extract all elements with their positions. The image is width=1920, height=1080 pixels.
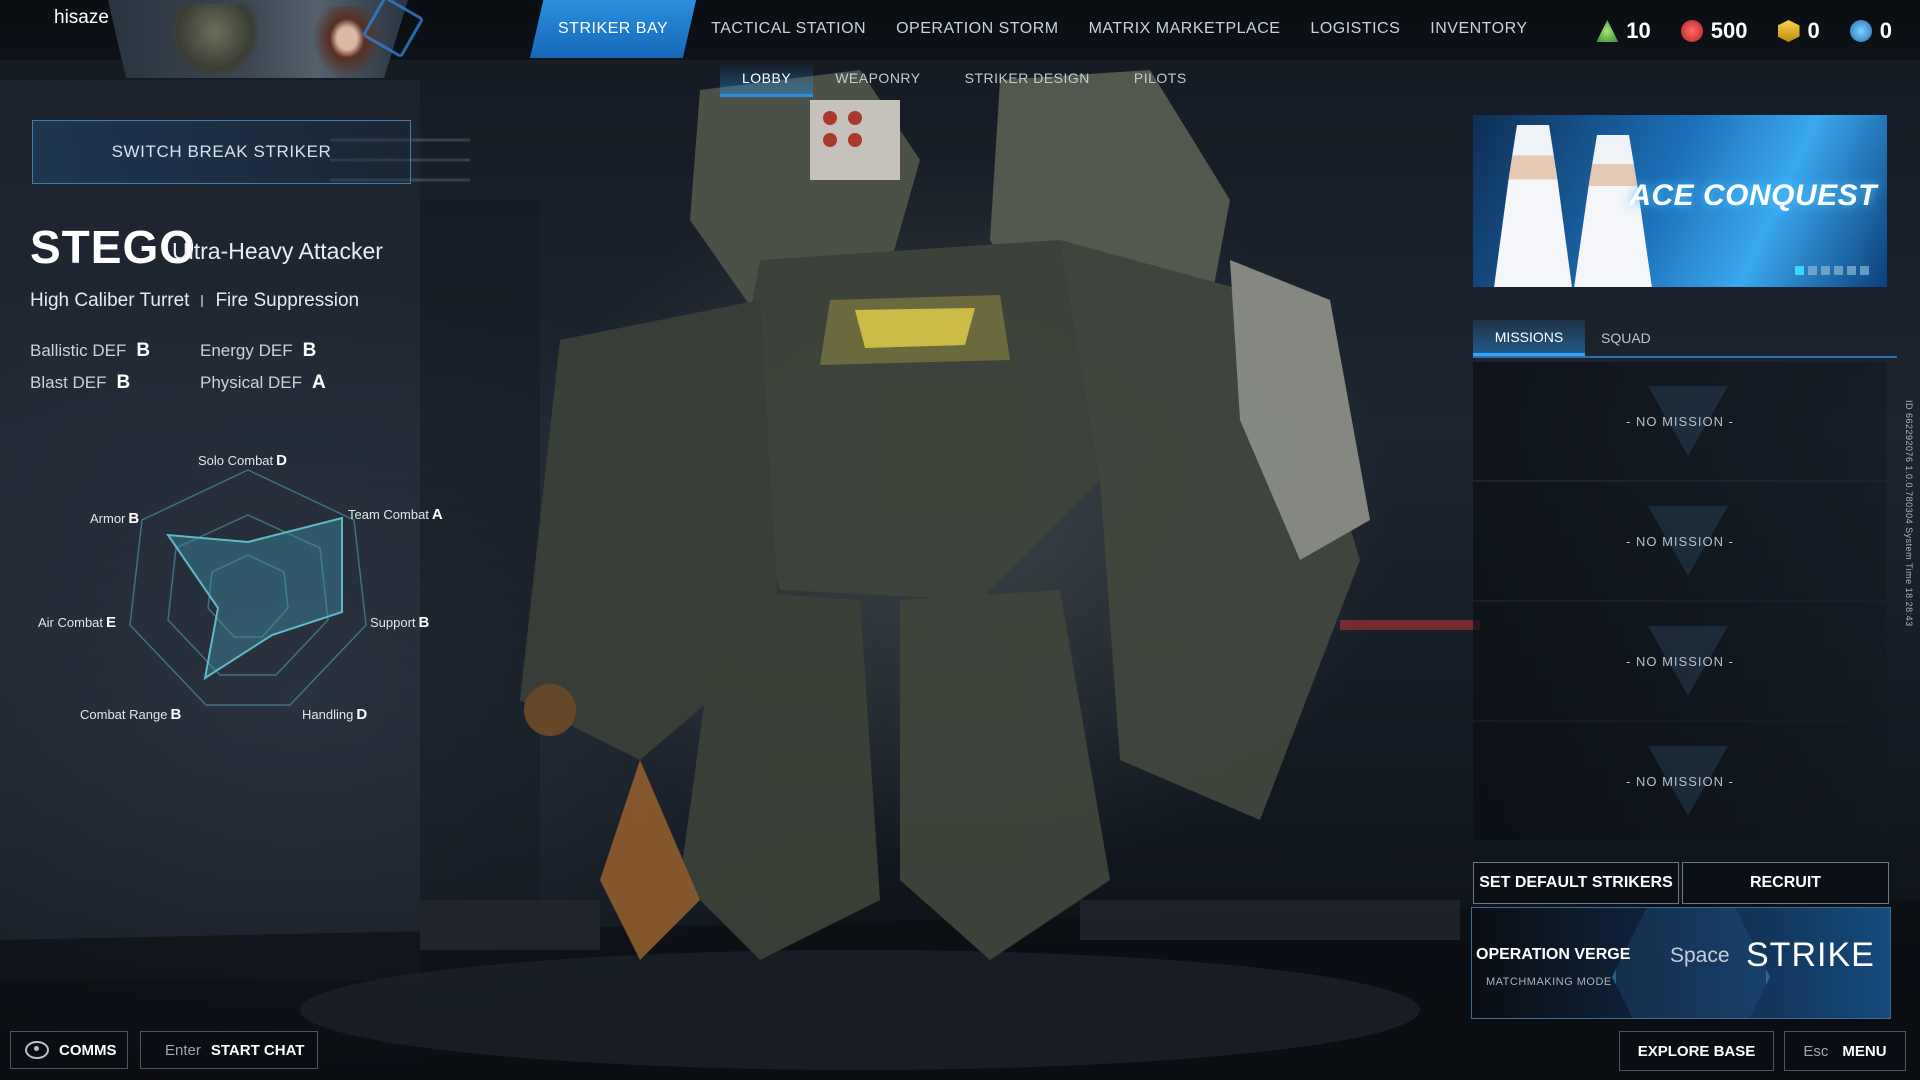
currency-blue[interactable]: 0: [1849, 18, 1892, 44]
def-energy: Energy DEF B: [200, 340, 370, 362]
mission-slot[interactable]: - NO MISSION -: [1473, 602, 1887, 720]
mission-slot[interactable]: - NO MISSION -: [1473, 722, 1887, 840]
matchmaking-mode: MATCHMAKING MODE: [1486, 976, 1612, 988]
menu-button[interactable]: Esc MENU: [1784, 1031, 1906, 1071]
trait-divider: [201, 295, 204, 307]
striker-traits: High Caliber Turret Fire Suppression: [30, 290, 359, 312]
banner-dot[interactable]: [1860, 266, 1869, 275]
mission-slot[interactable]: - NO MISSION -: [1473, 362, 1887, 480]
def-label: Energy DEF: [200, 341, 293, 360]
def-label: Blast DEF: [30, 373, 107, 392]
sub-navigation: LOBBY WEAPONRY STRIKER DESIGN PILOTS: [720, 62, 1209, 97]
nav-striker-bay[interactable]: STRIKER BAY: [530, 0, 697, 58]
def-label: Ballistic DEF: [30, 341, 127, 360]
radar-chart: [129, 469, 367, 706]
subnav-striker-design[interactable]: STRIKER DESIGN: [943, 62, 1112, 97]
performance-radar: Solo Combat D Team Combat A Support B Handl…: [20, 430, 460, 740]
mech-portrait: [170, 4, 260, 74]
nav-tactical-station[interactable]: TACTICAL STATION: [696, 0, 881, 58]
trait-2: Fire Suppression: [215, 290, 360, 311]
def-label: Physical DEF: [200, 373, 303, 392]
strike-button[interactable]: OPERATION VERGE MATCHMAKING MODE Space S…: [1471, 907, 1891, 1019]
banner-pagination: [1795, 266, 1869, 275]
tab-squad[interactable]: SQUAD: [1585, 320, 1667, 356]
currency-red-value: 500: [1710, 18, 1748, 43]
mission-status: - NO MISSION -: [1626, 653, 1734, 669]
currency-red[interactable]: 500: [1680, 18, 1748, 44]
currency-gold[interactable]: 0: [1777, 18, 1820, 44]
mission-status: - NO MISSION -: [1626, 413, 1734, 429]
nav-inventory[interactable]: INVENTORY: [1415, 0, 1542, 58]
banner-dot[interactable]: [1821, 266, 1830, 275]
explore-base-button[interactable]: EXPLORE BASE: [1619, 1031, 1774, 1071]
mission-slot[interactable]: - NO MISSION -: [1473, 482, 1887, 600]
set-default-strikers-button[interactable]: SET DEFAULT STRIKERS: [1473, 862, 1679, 904]
def-grade: B: [116, 372, 131, 393]
def-blast: Blast DEF B: [30, 372, 200, 394]
chat-label: START CHAT: [210, 1041, 305, 1059]
banner-dot[interactable]: [1808, 266, 1817, 275]
currency-blue-value: 0: [1879, 18, 1892, 43]
subnav-pilots[interactable]: PILOTS: [1112, 62, 1209, 97]
def-grade: B: [302, 340, 317, 361]
blue-coin-currency-icon: [1849, 20, 1872, 42]
radar-label-solo-combat: Solo Combat D: [198, 452, 287, 469]
gold-hex-currency-icon: [1777, 20, 1800, 42]
radar-label-armor: Armor B: [90, 510, 140, 527]
strike-label: STRIKE: [1746, 936, 1875, 974]
mission-status: - NO MISSION -: [1626, 533, 1734, 549]
radar-label-combat-range: Combat Range B: [80, 706, 182, 723]
banner-title: ACE CONQUEST: [1629, 179, 1877, 212]
def-grade: B: [136, 340, 151, 361]
subnav-weaponry[interactable]: WEAPONRY: [813, 62, 942, 97]
tab-missions[interactable]: MISSIONS: [1473, 320, 1585, 356]
radar-label-air-combat: Air Combat E: [38, 614, 117, 631]
comms-button[interactable]: COMMS: [10, 1031, 128, 1069]
defense-stats: Ballistic DEF B Energy DEF B Blast DEF B…: [30, 340, 370, 394]
operation-name: OPERATION VERGE: [1476, 946, 1631, 963]
banner-dot[interactable]: [1834, 266, 1843, 275]
radar-label-support: Support B: [370, 614, 430, 631]
radar-label-handling: Handling D: [302, 706, 368, 723]
mission-list: - NO MISSION - - NO MISSION - - NO MISSI…: [1473, 362, 1887, 842]
strike-keybind: Space: [1670, 944, 1730, 967]
green-triangle-currency-icon: [1596, 20, 1619, 42]
nav-operation-storm[interactable]: OPERATION STORM: [881, 0, 1073, 58]
currency-gold-value: 0: [1807, 18, 1820, 43]
banner-dot[interactable]: [1847, 266, 1856, 275]
striker-class: Ultra-Heavy Attacker: [172, 238, 383, 264]
event-banner[interactable]: ACE CONQUEST: [1473, 115, 1887, 287]
currency-green-value: 10: [1626, 18, 1651, 43]
red-crest-currency-icon: [1680, 20, 1703, 42]
def-ballistic: Ballistic DEF B: [30, 340, 200, 362]
switch-striker-button[interactable]: SWITCH BREAK STRIKER: [32, 120, 411, 184]
start-chat-button[interactable]: Enter START CHAT: [140, 1031, 318, 1069]
mission-tabs: MISSIONS SQUAD: [1473, 320, 1897, 358]
recruit-button[interactable]: RECRUIT: [1682, 862, 1889, 904]
nav-matrix-marketplace[interactable]: MATRIX MARKETPLACE: [1074, 0, 1296, 58]
menu-keybind: Esc: [1803, 1042, 1829, 1060]
trait-1: High Caliber Turret: [30, 290, 190, 311]
currency-green[interactable]: 10: [1596, 18, 1651, 44]
player-name: hisaze: [54, 7, 109, 28]
system-info: ID 662292076 1.0.0.780304 System Time 18…: [1904, 400, 1914, 627]
menu-label: MENU: [1842, 1042, 1887, 1060]
nav-logistics[interactable]: LOGISTICS: [1295, 0, 1415, 58]
banner-dot[interactable]: [1795, 266, 1804, 275]
radar-label-team-combat: Team Combat A: [348, 506, 443, 523]
currency-bar: 10 500 0 0: [1596, 18, 1892, 44]
radio-icon: [25, 1041, 49, 1059]
def-grade: A: [312, 372, 326, 393]
mission-status: - NO MISSION -: [1626, 773, 1734, 789]
chat-keybind: Enter: [165, 1041, 201, 1059]
subnav-lobby[interactable]: LOBBY: [720, 62, 814, 97]
comms-label: COMMS: [59, 1041, 117, 1059]
banner-pilot-figure: [1493, 125, 1573, 287]
radar-value-shape: [165, 516, 343, 681]
def-physical: Physical DEF A: [200, 372, 370, 394]
main-navigation: STRIKER BAY TACTICAL STATION OPERATION S…: [530, 0, 1543, 58]
